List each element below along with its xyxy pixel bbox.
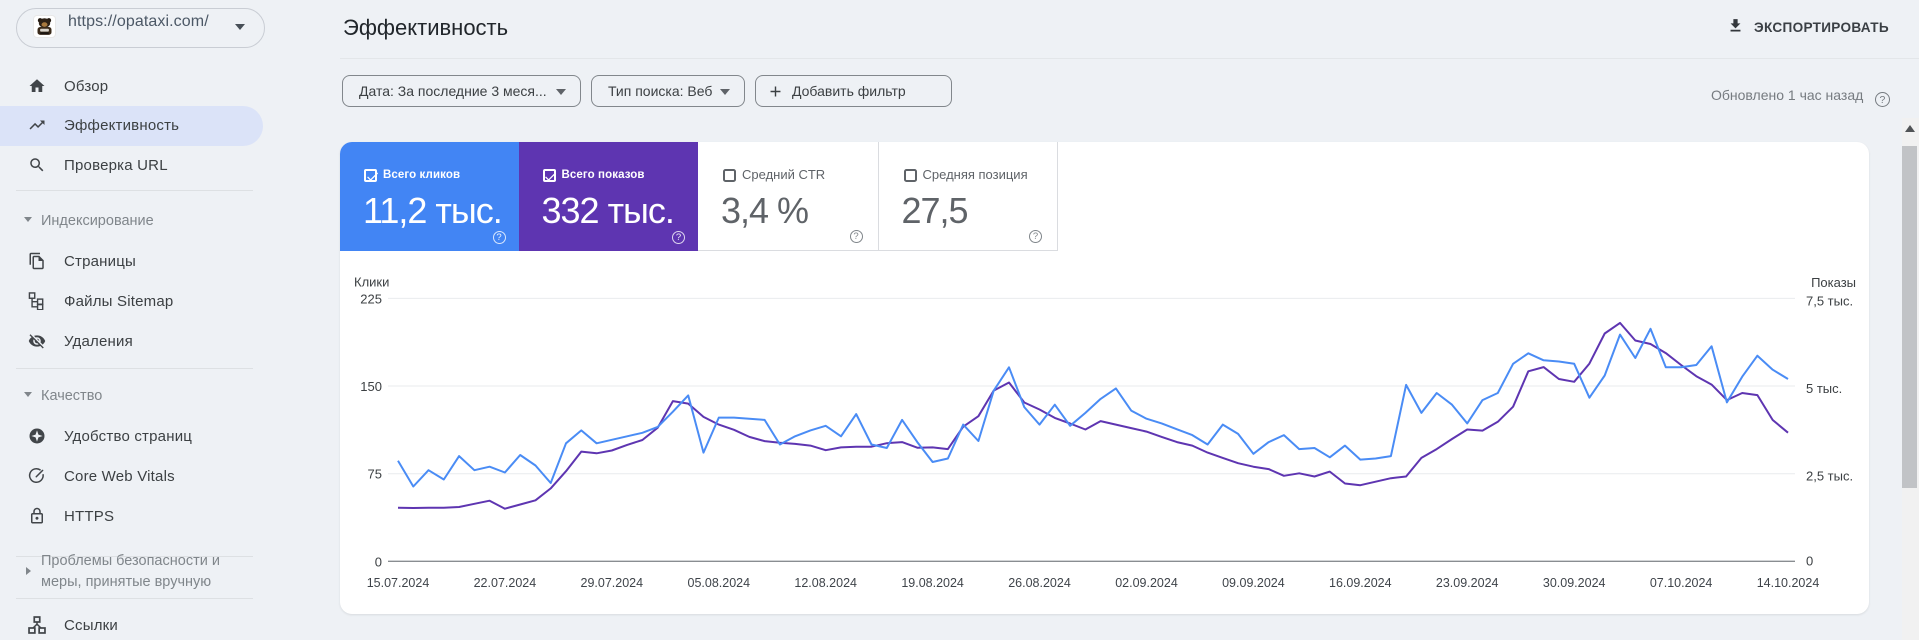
svg-text:Показы: Показы <box>1811 275 1856 290</box>
svg-text:14.10.2024: 14.10.2024 <box>1757 576 1820 590</box>
svg-text:23.09.2024: 23.09.2024 <box>1436 576 1499 590</box>
svg-text:75: 75 <box>368 467 382 482</box>
svg-text:150: 150 <box>360 379 382 394</box>
svg-text:22.07.2024: 22.07.2024 <box>474 576 537 590</box>
svg-text:15.07.2024: 15.07.2024 <box>367 576 430 590</box>
svg-text:16.09.2024: 16.09.2024 <box>1329 576 1392 590</box>
svg-text:225: 225 <box>360 292 382 307</box>
svg-text:07.10.2024: 07.10.2024 <box>1650 576 1713 590</box>
svg-text:30.09.2024: 30.09.2024 <box>1543 576 1606 590</box>
svg-text:0: 0 <box>1806 554 1813 569</box>
svg-text:19.08.2024: 19.08.2024 <box>901 576 964 590</box>
svg-text:2,5 тыс.: 2,5 тыс. <box>1806 469 1853 484</box>
svg-text:Клики: Клики <box>354 275 389 290</box>
svg-text:02.09.2024: 02.09.2024 <box>1115 576 1178 590</box>
svg-text:12.08.2024: 12.08.2024 <box>794 576 857 590</box>
svg-text:0: 0 <box>375 555 382 570</box>
svg-text:7,5 тыс.: 7,5 тыс. <box>1806 294 1853 309</box>
svg-text:05.08.2024: 05.08.2024 <box>688 576 751 590</box>
svg-text:5 тыс.: 5 тыс. <box>1806 381 1842 396</box>
svg-text:29.07.2024: 29.07.2024 <box>581 576 644 590</box>
svg-text:09.09.2024: 09.09.2024 <box>1222 576 1285 590</box>
svg-text:26.08.2024: 26.08.2024 <box>1008 576 1071 590</box>
